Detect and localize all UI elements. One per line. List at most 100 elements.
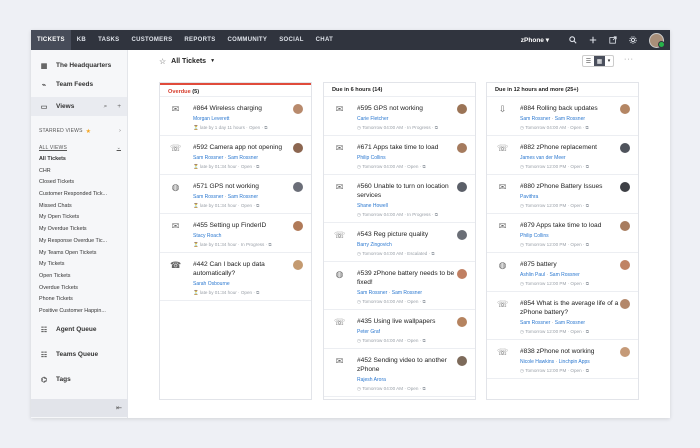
agent-avatar[interactable] bbox=[457, 230, 467, 240]
ticket-title[interactable]: #864 Wireless charging bbox=[193, 104, 305, 113]
agent-avatar[interactable] bbox=[457, 269, 467, 279]
view-item-missed-chats[interactable]: Missed Chats bbox=[31, 201, 123, 213]
ticket-title[interactable]: #884 Rolling back updates bbox=[520, 104, 632, 113]
assignee-name[interactable]: Barry Zingovich bbox=[357, 242, 392, 248]
agent-avatar[interactable] bbox=[293, 221, 303, 231]
ticket-card[interactable]: ◍ #571 GPS not working Sam Rossner · Sam R… bbox=[160, 175, 311, 214]
view-item-positive-customer-happin[interactable]: Positive Customer Happin... bbox=[31, 306, 123, 316]
open-ticket-icon[interactable]: ⧉ bbox=[267, 242, 271, 247]
view-item-my-tickets[interactable]: My Tickets bbox=[31, 259, 123, 271]
user-avatar[interactable] bbox=[649, 32, 665, 48]
assignee-name[interactable]: Ashlin Paul bbox=[520, 272, 545, 278]
assignee-name[interactable]: Sam Rossner bbox=[193, 194, 223, 200]
ticket-card[interactable]: ◍ #539 zPhone battery needs to be fixed! S… bbox=[324, 262, 475, 310]
ticket-card[interactable]: ✉ #864 Wireless charging Morgan Leverett ⏳ … bbox=[160, 97, 311, 136]
assignee-name[interactable]: Sam Rossner bbox=[555, 116, 585, 122]
ticket-title[interactable]: #838 zPhone not working bbox=[520, 347, 632, 356]
view-item-all-tickets[interactable]: All Tickets bbox=[31, 154, 123, 166]
collapse-sidebar-button[interactable]: ⇤ bbox=[31, 399, 128, 417]
ticket-title[interactable]: #671 Apps take time to load bbox=[357, 143, 469, 152]
kanban-view-icon[interactable]: ▦ bbox=[594, 56, 605, 66]
tab-kb[interactable]: KB bbox=[71, 30, 92, 50]
tab-reports[interactable]: REPORTS bbox=[178, 30, 221, 50]
assignee-name[interactable]: Linchpin Apps bbox=[559, 359, 590, 365]
agent-avatar[interactable] bbox=[620, 221, 630, 231]
open-ticket-icon[interactable]: ⧉ bbox=[584, 203, 589, 208]
open-ticket-icon[interactable]: ⧉ bbox=[421, 338, 425, 343]
assignee-name[interactable]: Sam Rossner bbox=[228, 155, 258, 161]
agent-avatar[interactable] bbox=[620, 260, 630, 270]
view-item-closed-tickets[interactable]: Closed Tickets bbox=[31, 177, 123, 189]
assignee-name[interactable]: Rajesh Arora bbox=[357, 377, 386, 383]
tab-tasks[interactable]: TASKS bbox=[92, 30, 125, 50]
caret-down-icon[interactable]: ▼ bbox=[210, 58, 215, 64]
view-item-chr[interactable]: CHR bbox=[31, 166, 123, 178]
add-icon[interactable] bbox=[583, 30, 603, 50]
ticket-card[interactable]: ⇩ #884 Rolling back updates Sam Rossner · … bbox=[487, 97, 638, 136]
views-search-icon[interactable]: ⌕ bbox=[104, 103, 108, 111]
tab-customers[interactable]: CUSTOMERS bbox=[125, 30, 178, 50]
open-ticket-icon[interactable]: ⧉ bbox=[584, 329, 589, 334]
ticket-title[interactable]: #879 Apps take time to load bbox=[520, 221, 632, 230]
ticket-title[interactable]: #539 zPhone battery needs to be fixed! bbox=[357, 269, 469, 287]
open-ticket-icon[interactable]: ⧉ bbox=[433, 212, 438, 217]
sidebar-item-tags[interactable]: ⌬ Tags bbox=[31, 370, 127, 389]
open-ticket-icon[interactable]: ⧉ bbox=[584, 281, 589, 286]
assignee-name[interactable]: Sam Rossner bbox=[520, 320, 550, 326]
view-item-my-overdue-tickets[interactable]: My Overdue Tickets bbox=[31, 224, 123, 236]
views-add-icon[interactable]: + bbox=[117, 103, 121, 110]
sidebar-item-views[interactable]: ▭ Views ⌕ + bbox=[31, 97, 127, 116]
ticket-title[interactable]: #442 Can I back up data automatically? bbox=[193, 260, 305, 278]
ticket-card[interactable]: ☏ #592 Camera app not opening Sam Rossner … bbox=[160, 136, 311, 175]
more-options-icon[interactable]: ··· bbox=[624, 56, 634, 63]
ticket-card[interactable]: ✉ #455 Setting up FinderID Stacy Roach ⏳ la… bbox=[160, 214, 311, 253]
agent-avatar[interactable] bbox=[293, 260, 303, 270]
ticket-card[interactable]: ☏ #854 What is the average life of a zPho… bbox=[487, 292, 638, 340]
search-icon[interactable] bbox=[563, 30, 583, 50]
ticket-card[interactable]: ✉ #880 zPhone Battery Issues Pavithra ◷ Tom… bbox=[487, 175, 638, 214]
assignee-name[interactable]: Morgan Leverett bbox=[193, 116, 229, 122]
assignee-name[interactable]: Carie Fletcher bbox=[357, 116, 388, 122]
view-item-open-tickets[interactable]: Open Tickets bbox=[31, 271, 123, 283]
agent-avatar[interactable] bbox=[293, 104, 303, 114]
view-item-overdue-tickets[interactable]: Overdue Tickets bbox=[31, 283, 123, 295]
external-link-icon[interactable] bbox=[603, 30, 623, 50]
agent-avatar[interactable] bbox=[620, 299, 630, 309]
ticket-title[interactable]: #592 Camera app not opening bbox=[193, 143, 305, 152]
view-item-my-open-tickets[interactable]: My Open Tickets bbox=[31, 212, 123, 224]
open-ticket-icon[interactable]: ⧉ bbox=[421, 299, 425, 304]
agent-avatar[interactable] bbox=[457, 317, 467, 327]
ticket-card[interactable]: ☏ #543 Reg picture quality Barry Zingovich… bbox=[324, 223, 475, 262]
open-ticket-icon[interactable]: ⧉ bbox=[584, 164, 589, 169]
ticket-card[interactable]: ◍ #875 battery Ashlin Paul · Sam Rossner ◷ … bbox=[487, 253, 638, 292]
sidebar-item-teams-queue[interactable]: ☷ Teams Queue bbox=[31, 345, 127, 364]
agent-avatar[interactable] bbox=[457, 104, 467, 114]
ticket-title[interactable]: #571 GPS not working bbox=[193, 182, 305, 191]
ticket-card[interactable]: ✉ #879 Apps take time to load Philip Colli… bbox=[487, 214, 638, 253]
ticket-title[interactable]: #875 battery bbox=[520, 260, 632, 269]
agent-avatar[interactable] bbox=[620, 347, 630, 357]
open-ticket-icon[interactable]: ⧉ bbox=[430, 251, 434, 256]
open-ticket-icon[interactable]: ⧉ bbox=[421, 386, 425, 391]
assignee-name[interactable]: James van der Meer bbox=[520, 155, 566, 161]
assignee-name[interactable]: Pavithra bbox=[520, 194, 538, 200]
view-item-phone-tickets[interactable]: Phone Tickets bbox=[31, 294, 123, 306]
tab-community[interactable]: COMMUNITY bbox=[222, 30, 274, 50]
agent-avatar[interactable] bbox=[293, 143, 303, 153]
open-ticket-icon[interactable]: ⧉ bbox=[584, 242, 589, 247]
open-ticket-icon[interactable]: ⧉ bbox=[255, 203, 259, 208]
layout-caret-icon[interactable]: ▾ bbox=[605, 56, 613, 66]
ticket-title[interactable]: #452 Sending video to another zPhone bbox=[357, 356, 469, 374]
agent-avatar[interactable] bbox=[457, 143, 467, 153]
ticket-title[interactable]: #560 Unable to turn on location services bbox=[357, 182, 469, 200]
ticket-card[interactable]: ✉ #452 Sending video to another zPhone Raj… bbox=[324, 349, 475, 397]
ticket-title[interactable]: #882 zPhone replacement bbox=[520, 143, 632, 152]
all-views-header[interactable]: ALL VIEWS ⌄ bbox=[31, 142, 127, 154]
agent-avatar[interactable] bbox=[620, 182, 630, 192]
ticket-card[interactable]: ✉ #560 Unable to turn on location service… bbox=[324, 175, 475, 223]
agent-avatar[interactable] bbox=[457, 356, 467, 366]
ticket-title[interactable]: #435 Using live wallpapers bbox=[357, 317, 469, 326]
open-ticket-icon[interactable]: ⧉ bbox=[263, 125, 267, 130]
ticket-card[interactable]: ☎ #442 Can I back up data automatically? S… bbox=[160, 253, 311, 301]
assignee-name[interactable]: Philip Collins bbox=[357, 155, 386, 161]
